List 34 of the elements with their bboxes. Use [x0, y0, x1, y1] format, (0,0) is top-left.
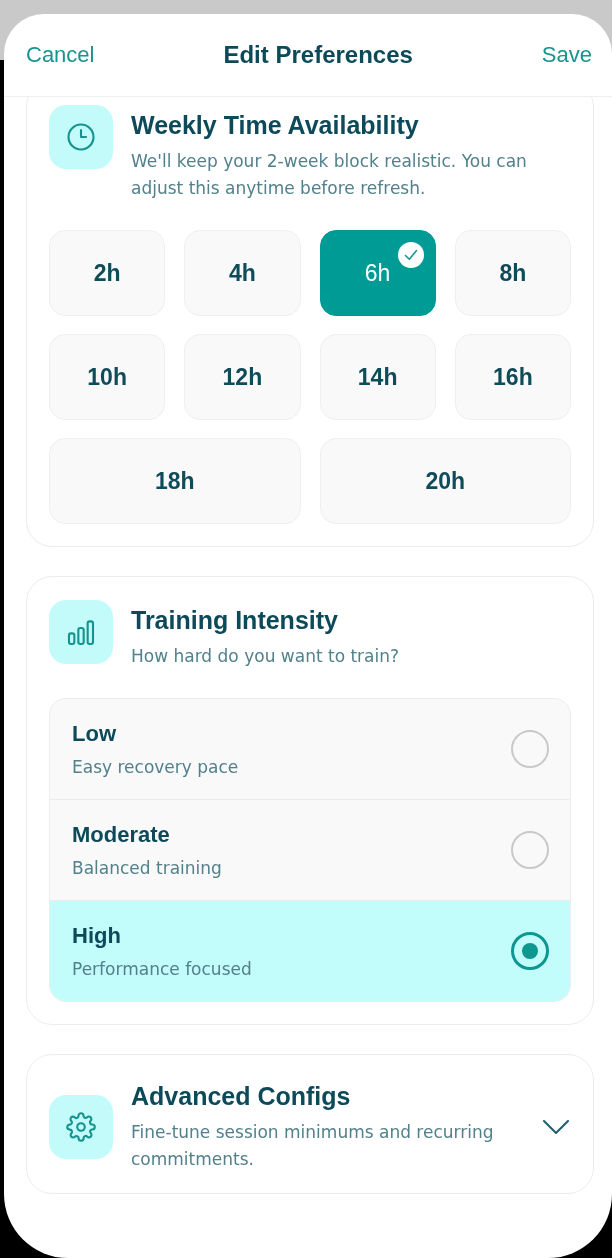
save-button[interactable]: Save [539, 40, 594, 70]
bar-chart-icon [49, 600, 113, 664]
screen-title: Edit Preferences [223, 41, 413, 69]
gear-icon [49, 1095, 113, 1159]
hour-option[interactable]: 20h [319, 438, 571, 524]
hour-option[interactable]: 12h [184, 334, 301, 420]
section-subtitle: Fine-tune session minimums and recurring commitments. [131, 1121, 495, 1171]
section-title: Training Intensity [131, 605, 339, 635]
section-title: Advanced Configs [131, 1081, 352, 1111]
hour-option[interactable]: 2h [49, 230, 166, 316]
intensity-option[interactable]: High Performance focused [50, 901, 570, 1001]
option-label: High [72, 921, 122, 950]
hour-option[interactable]: 16h [454, 334, 571, 420]
hour-option[interactable]: 14h [319, 334, 436, 420]
option-description: Easy recovery pace [72, 755, 240, 779]
check-icon [397, 242, 424, 268]
option-label: Moderate [72, 820, 171, 849]
chevron-down-icon[interactable] [543, 1119, 569, 1135]
cancel-button[interactable]: Cancel [24, 40, 97, 70]
clock-icon [49, 105, 113, 169]
radio-button[interactable] [511, 730, 549, 768]
section-subtitle: How hard do you want to train? [131, 645, 401, 668]
hour-option[interactable]: 10h [49, 334, 166, 420]
option-label: Low [72, 719, 117, 748]
radio-button[interactable] [511, 831, 549, 869]
intensity-option[interactable]: Low Easy recovery pace [50, 699, 570, 800]
radio-button[interactable] [511, 932, 549, 970]
section-title: Weekly Time Availability [131, 110, 420, 140]
hour-option[interactable]: 8h [454, 230, 571, 316]
hour-option[interactable]: 4h [184, 230, 301, 316]
option-description: Performance focused [72, 957, 253, 981]
section-subtitle: We'll keep your 2-week block realistic. You can adjust this anytime before refresh. [131, 150, 528, 200]
option-description: Balanced training [72, 856, 223, 880]
hour-option[interactable]: 18h [49, 438, 301, 524]
